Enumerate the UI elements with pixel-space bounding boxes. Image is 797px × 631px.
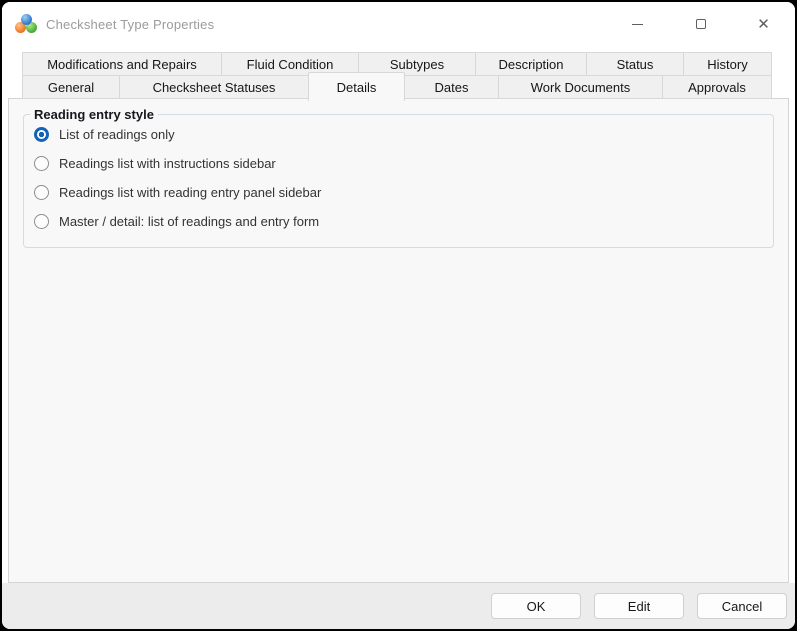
ok-button[interactable]: OK	[491, 593, 581, 619]
radio-unselected-icon	[34, 156, 49, 171]
groupbox-title: Reading entry style	[34, 107, 154, 122]
app-logo-icon	[15, 14, 37, 34]
window-controls: ✕	[606, 2, 795, 46]
radio-option-readings-list-entry-panel-sidebar[interactable]: Readings list with reading entry panel s…	[34, 184, 773, 201]
close-button[interactable]: ✕	[732, 2, 795, 46]
tab-dates[interactable]: Dates	[404, 75, 499, 99]
tab-modifications-and-repairs[interactable]: Modifications and Repairs	[22, 52, 222, 76]
minimize-button[interactable]	[606, 2, 669, 46]
logo-sphere-blue	[21, 14, 32, 25]
dialog-footer: OK Edit Cancel	[2, 583, 795, 629]
tab-checksheet-statuses[interactable]: Checksheet Statuses	[119, 75, 309, 99]
tab-row-2: General Checksheet Statuses Details Date…	[22, 72, 772, 101]
radio-option-label: Master / detail: list of readings and en…	[59, 214, 320, 229]
minimize-icon	[632, 23, 643, 25]
reading-entry-style-groupbox: Reading entry style List of readings onl…	[23, 107, 774, 248]
window-title: Checksheet Type Properties	[46, 16, 215, 32]
tab-general[interactable]: General	[22, 75, 120, 99]
title-bar: Checksheet Type Properties ✕	[2, 2, 795, 46]
tab-history[interactable]: History	[683, 52, 772, 76]
tab-work-documents[interactable]: Work Documents	[498, 75, 663, 99]
radio-option-label: Readings list with reading entry panel s…	[59, 185, 322, 200]
radio-option-list-of-readings-only[interactable]: List of readings only	[34, 126, 773, 143]
tab-approvals[interactable]: Approvals	[662, 75, 772, 99]
radio-selected-icon	[34, 127, 49, 142]
maximize-button[interactable]	[669, 2, 732, 46]
radio-unselected-icon	[34, 214, 49, 229]
maximize-icon	[695, 19, 706, 29]
radio-option-label: Readings list with instructions sidebar	[59, 156, 276, 171]
dialog-window: Checksheet Type Properties ✕ Modificatio…	[2, 2, 795, 629]
radio-option-master-detail[interactable]: Master / detail: list of readings and en…	[34, 213, 773, 230]
details-tab-panel: Reading entry style List of readings onl…	[8, 98, 789, 583]
tab-details[interactable]: Details	[308, 72, 405, 101]
tab-description[interactable]: Description	[475, 52, 587, 76]
radio-unselected-icon	[34, 185, 49, 200]
radio-option-label: List of readings only	[59, 127, 175, 142]
close-icon: ✕	[757, 15, 770, 33]
edit-button[interactable]: Edit	[594, 593, 684, 619]
cancel-button[interactable]: Cancel	[697, 593, 787, 619]
radio-option-readings-list-instructions-sidebar[interactable]: Readings list with instructions sidebar	[34, 155, 773, 172]
tab-status[interactable]: Status	[586, 52, 684, 76]
